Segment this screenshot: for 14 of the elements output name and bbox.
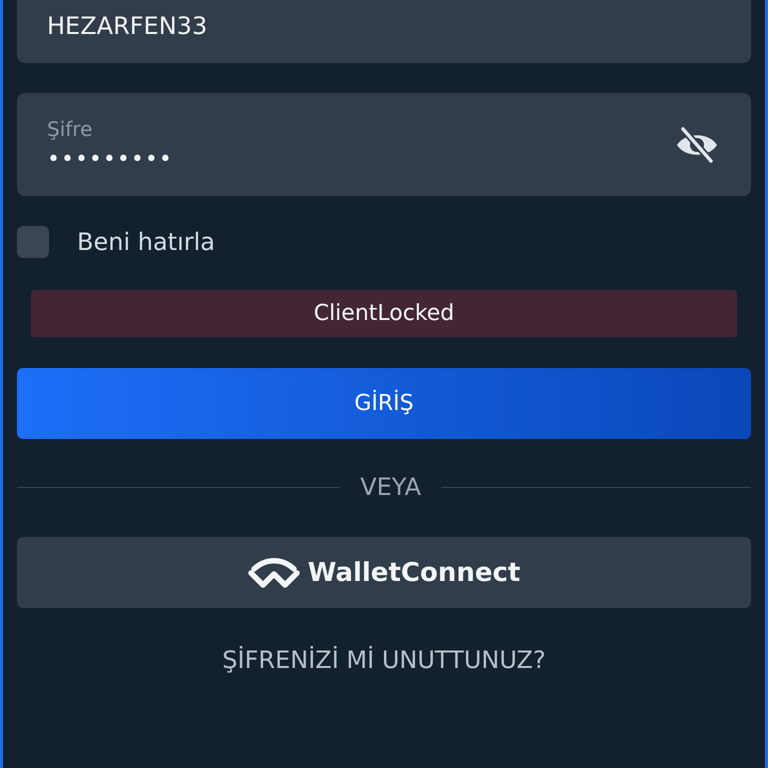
password-field[interactable]: Şifre ••••••••• (17, 93, 751, 196)
login-button[interactable]: GİRİŞ (17, 368, 751, 439)
username-value: HEZARFEN33 (47, 12, 208, 40)
field-label: Şifre (47, 117, 94, 141)
walletconnect-button[interactable]: WalletConnect (17, 537, 751, 608)
remember-label[interactable]: Beni hatırla (77, 228, 215, 256)
username-field[interactable]: HEZARFEN33 (17, 0, 751, 63)
password-value: ••••••••• (47, 147, 173, 172)
wave-logo-icon (248, 558, 300, 588)
forgot-password-link[interactable]: ŞİFRENİZİ Mİ UNUTTUNUZ? (222, 646, 546, 674)
divider-text: VEYA (360, 473, 421, 501)
error-message: ClientLocked (31, 290, 737, 337)
remember-checkbox[interactable] (17, 226, 49, 258)
eye-slash-icon[interactable] (675, 126, 719, 162)
